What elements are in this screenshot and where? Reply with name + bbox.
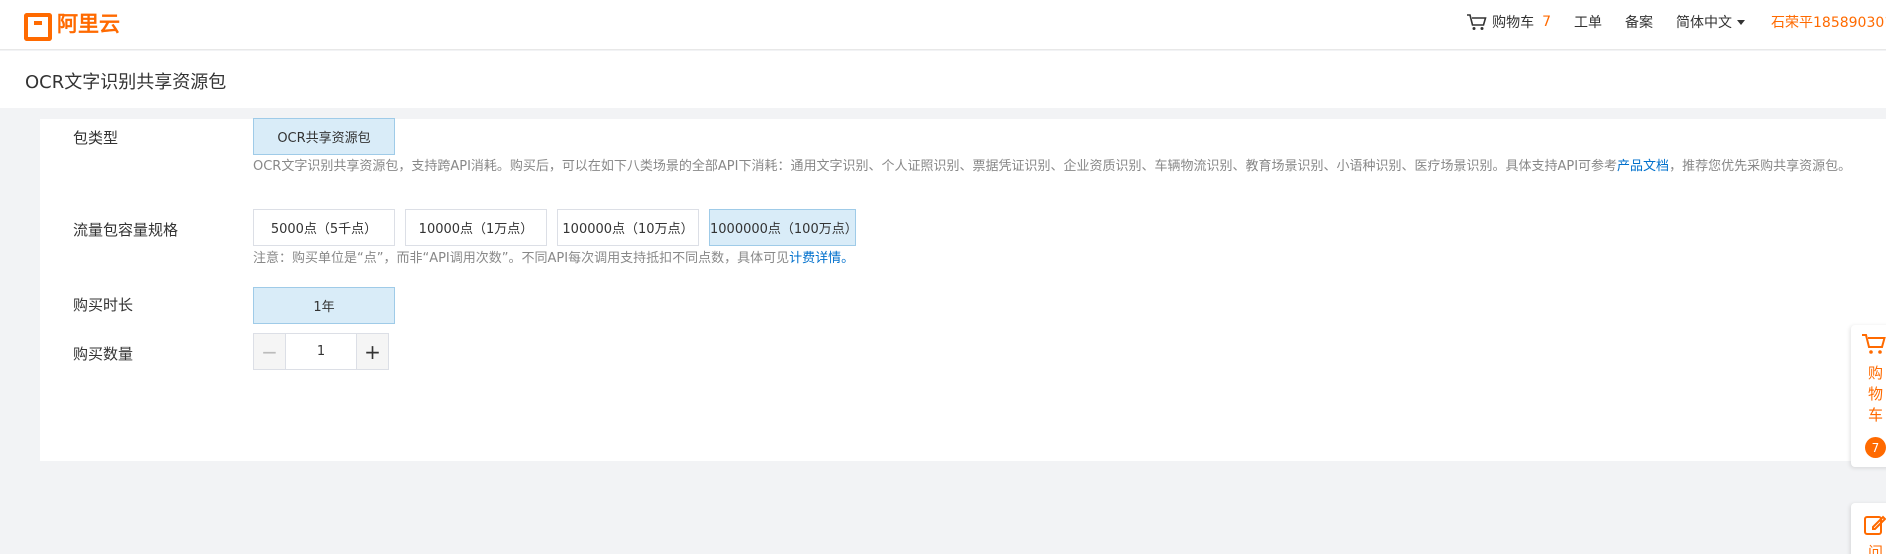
quantity-label: 购买数量 bbox=[73, 345, 134, 363]
capacity-option-5000[interactable]: 5000点（5千点） bbox=[253, 209, 395, 246]
quantity-stepper: − 1 + bbox=[253, 333, 389, 370]
package-type-option[interactable]: OCR共享资源包 bbox=[253, 118, 395, 155]
side-feedback-text: 问 bbox=[1868, 543, 1884, 554]
floating-cart[interactable]: 购物车 7 bbox=[1851, 325, 1886, 467]
language-label: 简体中文 bbox=[1676, 15, 1732, 31]
package-type-description: OCR文字识别共享资源包，支持跨API消耗。购买后，可以在如下八类场景的全部AP… bbox=[253, 159, 1852, 174]
increment-button[interactable]: + bbox=[356, 334, 388, 369]
cart-count: 7 bbox=[1542, 14, 1551, 30]
top-navbar: 阿里云 购物车 7 工单 备案 简体中文 石荣平18589030118 bbox=[0, 0, 1886, 50]
top-nav-links: 购物车 7 工单 备案 简体中文 石荣平18589030118 bbox=[1443, 0, 1886, 44]
cart-link[interactable]: 购物车 7 bbox=[1466, 12, 1551, 32]
page-header: OCR文字识别共享资源包 bbox=[0, 51, 1886, 108]
aliyun-logo-icon bbox=[24, 13, 52, 41]
quantity-input[interactable]: 1 bbox=[286, 334, 356, 369]
billing-details-link[interactable]: 计费详情。 bbox=[789, 251, 854, 266]
cart-icon bbox=[1467, 14, 1487, 30]
duration-option-1-year[interactable]: 1年 bbox=[253, 287, 395, 324]
decrement-button[interactable]: − bbox=[254, 334, 286, 369]
side-cart-icon bbox=[1862, 334, 1886, 354]
capacity-note: 注意：购买单位是“点”，而非“API调用次数”。不同API每次调用支持抵扣不同点… bbox=[253, 251, 855, 266]
purchase-form: 包类型 OCR共享资源包 OCR文字识别共享资源包，支持跨API消耗。购买后，可… bbox=[40, 118, 1886, 461]
user-account[interactable]: 石荣平18589030118 bbox=[1771, 12, 1886, 32]
caret-down-icon bbox=[1737, 19, 1745, 25]
page-title: OCR文字识别共享资源包 bbox=[25, 72, 227, 93]
side-cart-badge: 7 bbox=[1865, 437, 1886, 458]
side-cart-text: 购物车 bbox=[1868, 364, 1884, 424]
capacity-option-100000[interactable]: 100000点（10万点） bbox=[557, 209, 699, 246]
capacity-option-1000000[interactable]: 1000000点（100万点） bbox=[709, 209, 858, 246]
logo-text: 阿里云 bbox=[57, 12, 120, 36]
capacity-option-10000[interactable]: 10000点（1万点） bbox=[405, 209, 547, 246]
package-type-label: 包类型 bbox=[73, 129, 119, 147]
edit-icon bbox=[1864, 515, 1886, 535]
ticket-link[interactable]: 工单 bbox=[1574, 12, 1602, 32]
filing-link[interactable]: 备案 bbox=[1625, 12, 1653, 32]
aliyun-logo[interactable]: 阿里云 bbox=[24, 10, 120, 41]
capacity-label: 流量包容量规格 bbox=[73, 221, 179, 239]
duration-label: 购买时长 bbox=[73, 296, 134, 314]
cart-label: 购物车 bbox=[1492, 15, 1535, 31]
floating-feedback[interactable]: 问 bbox=[1851, 503, 1886, 554]
product-docs-link[interactable]: 产品文档 bbox=[1617, 159, 1669, 174]
language-selector[interactable]: 简体中文 bbox=[1676, 12, 1745, 32]
